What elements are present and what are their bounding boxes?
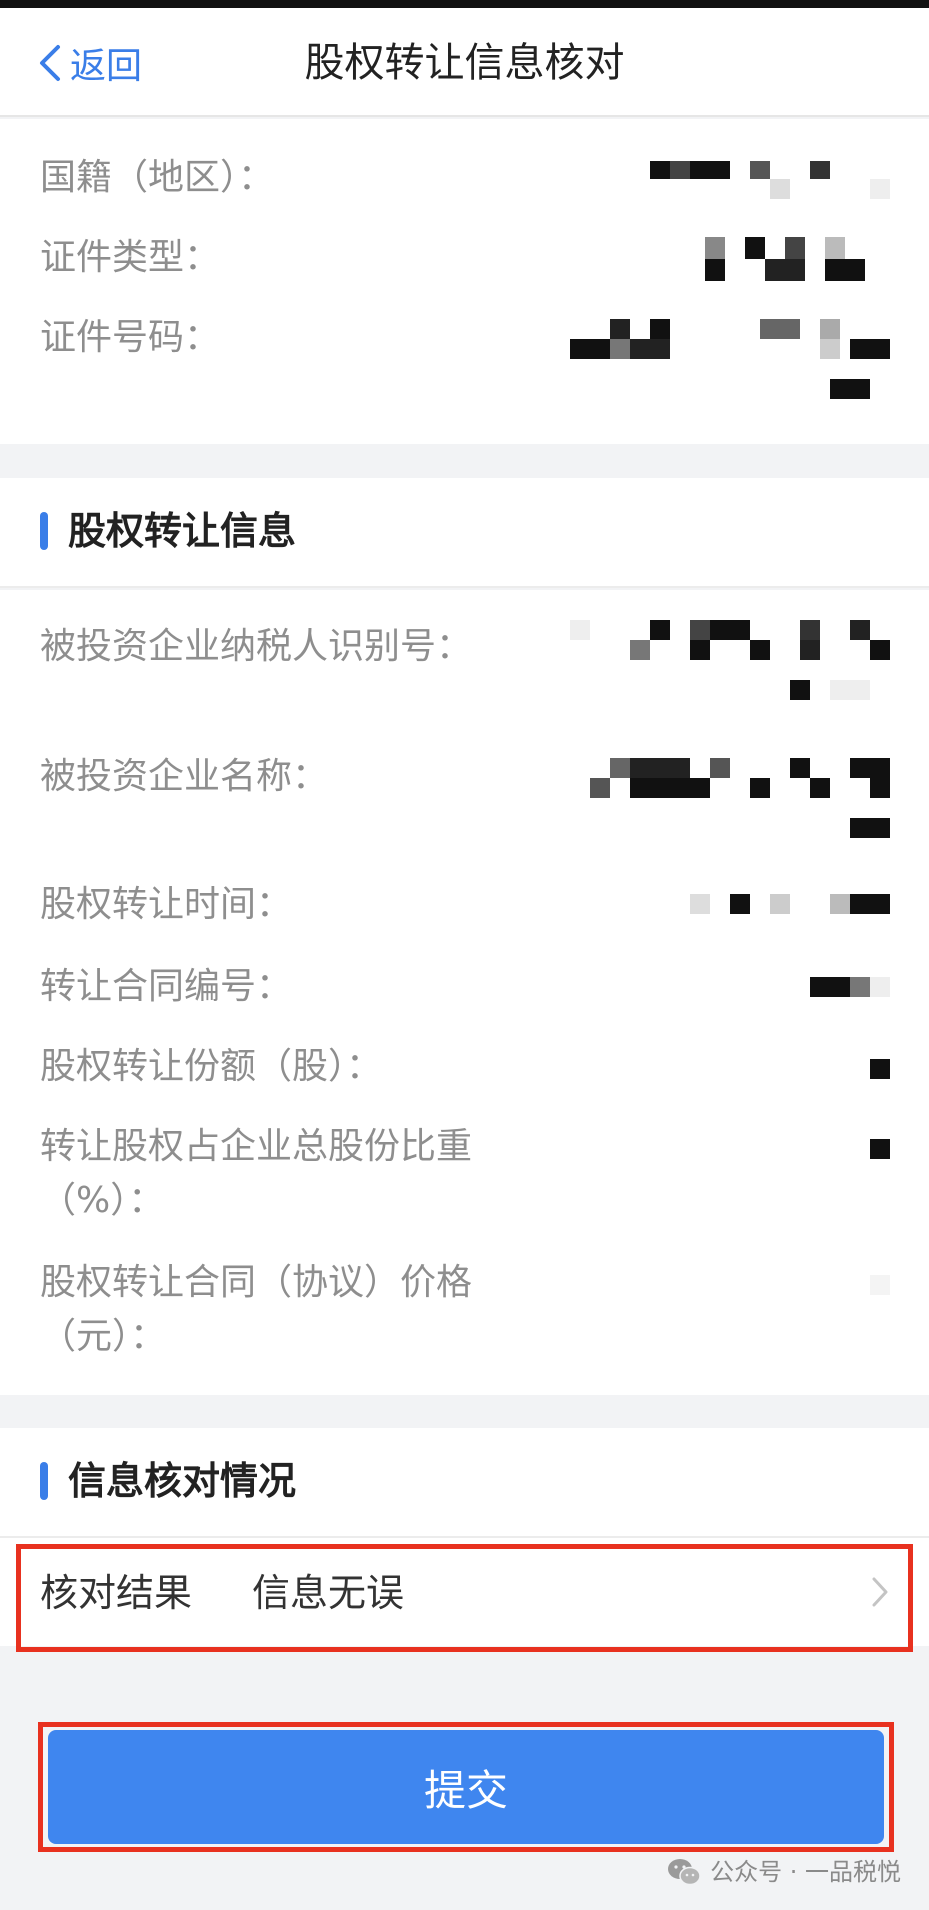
nationality-value-redacted: [650, 161, 890, 201]
transfer-time-value-redacted: [690, 894, 890, 914]
section-accent-bar: [40, 1462, 48, 1500]
ratio-value-redacted: [870, 1139, 890, 1159]
verify-section-title: 信息核对情况: [68, 1459, 297, 1503]
id-type-label: 证件类型：: [40, 237, 221, 278]
ratio-label-unit: （%）：: [40, 1180, 165, 1221]
ratio-label: 转让股权占企业总股份比重: [40, 1126, 473, 1167]
verify-section-header: 信息核对情况: [0, 1428, 929, 1538]
submit-button[interactable]: 提交: [48, 1730, 884, 1844]
chevron-right-icon: [872, 1577, 888, 1607]
contract-no-value-redacted: [810, 977, 890, 997]
taxpayer-id-label: 被投资企业纳税人识别号：: [40, 626, 473, 667]
shares-label: 股权转让份额（股）：: [40, 1046, 383, 1087]
status-bar-edge: [0, 0, 929, 8]
company-name-value-redacted: [590, 758, 890, 840]
transfer-time-label: 股权转让时间：: [40, 884, 293, 925]
taxpayer-id-value-redacted: [570, 620, 890, 720]
price-label: 股权转让合同（协议）价格: [40, 1262, 473, 1303]
transfer-section-title: 股权转让信息: [68, 509, 297, 553]
transfer-section-header: 股权转让信息: [0, 478, 929, 588]
transfer-info-section: 被投资企业纳税人识别号： 被投资企业名称： 股权转让时间： 转让合同编号： 股权…: [0, 590, 929, 1395]
price-value-redacted: [870, 1275, 890, 1295]
watermark-text: 公众号 · 一品税悦: [710, 1858, 901, 1886]
id-number-value-redacted: [570, 319, 890, 429]
contract-no-label: 转让合同编号：: [40, 966, 293, 1007]
person-info-section: 国籍（地区）： 证件类型： 证件号码：: [0, 119, 929, 444]
watermark: 公众号 · 一品税悦: [666, 1852, 901, 1892]
id-type-value-redacted: [705, 237, 890, 281]
id-number-label: 证件号码：: [40, 317, 221, 358]
verify-result-value: 信息无误: [252, 1571, 405, 1615]
shares-value-redacted: [870, 1059, 890, 1079]
wechat-icon: [668, 1859, 701, 1886]
verify-result-row[interactable]: 核对结果 信息无误: [0, 1538, 929, 1646]
submit-label: 提交: [423, 1765, 508, 1815]
verify-result-label: 核对结果: [40, 1571, 193, 1615]
nav-bar: 返回 股权转让信息核对: [0, 8, 929, 117]
nationality-label: 国籍（地区）：: [40, 157, 275, 198]
page-title: 股权转让信息核对: [304, 40, 625, 86]
company-name-label: 被投资企业名称：: [40, 756, 329, 797]
section-accent-bar: [40, 512, 48, 550]
price-label-unit: （元）：: [40, 1316, 167, 1357]
